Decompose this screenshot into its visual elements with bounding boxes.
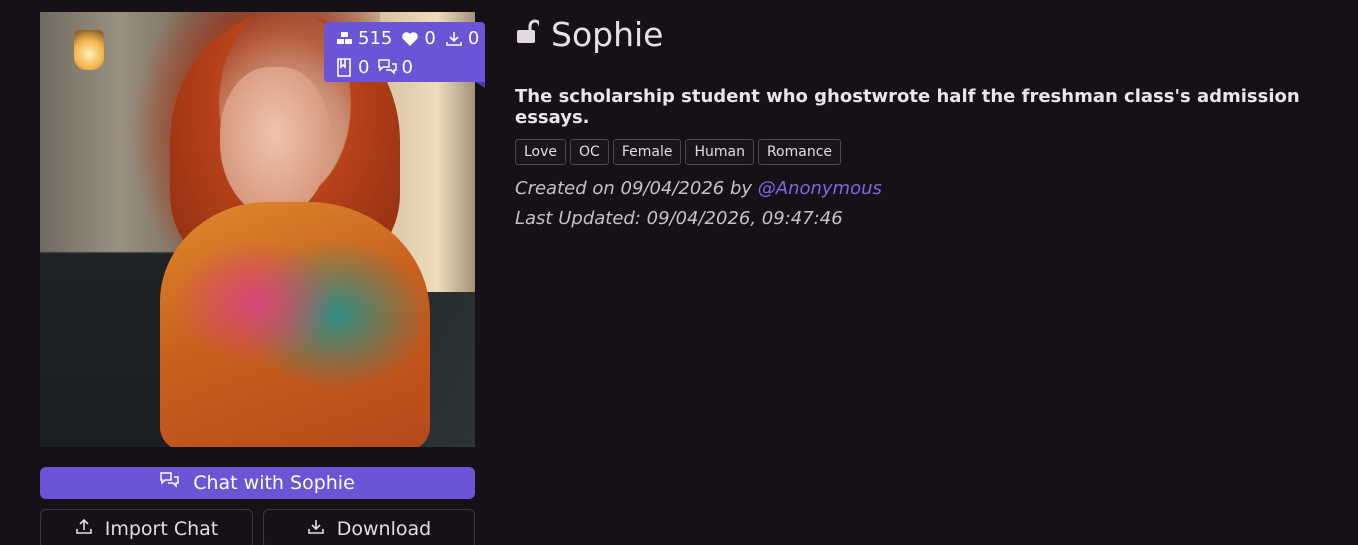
upload-icon	[75, 518, 93, 540]
stats-badge: 515 0 0 0 0	[324, 22, 485, 88]
tokens-count: 515	[358, 28, 393, 49]
import-chat-label: Import Chat	[104, 518, 219, 540]
likes-count: 0	[424, 28, 436, 49]
chat-button-label: Chat with Sophie	[193, 472, 355, 494]
chats-count: 0	[401, 57, 413, 78]
chat-bubbles-icon	[160, 471, 179, 495]
author-link[interactable]: @Anonymous	[758, 178, 882, 199]
download-icon	[444, 30, 464, 47]
tag-romance[interactable]: Romance	[757, 139, 842, 165]
portrait-face	[220, 67, 330, 217]
download-button[interactable]: Download	[263, 509, 475, 545]
created-info: Created on 09/04/2026 by @Anonymous	[515, 178, 882, 199]
title-row: Sophie	[515, 12, 663, 56]
portrait-scarf	[160, 202, 430, 447]
character-name: Sophie	[551, 14, 664, 54]
import-chat-button[interactable]: Import Chat	[40, 509, 253, 545]
tag-oc[interactable]: OC	[570, 139, 609, 165]
portrait-lamp	[74, 30, 104, 70]
character-page: 515 0 0 0 0 Chat with Sophie Import Chat…	[0, 0, 1358, 545]
downloads-count: 0	[467, 28, 480, 49]
download-icon	[307, 518, 325, 540]
unlock-icon	[515, 19, 542, 49]
chat-bubbles-icon	[377, 58, 397, 77]
last-updated: Last Updated: 09/04/2026, 09:47:46	[515, 208, 843, 229]
tag-list: Love OC Female Human Romance	[515, 139, 842, 165]
tag-female[interactable]: Female	[612, 139, 682, 165]
tokens-icon	[334, 31, 354, 46]
tag-love[interactable]: Love	[515, 139, 567, 165]
lorebook-count: 0	[358, 57, 370, 78]
character-tagline: The scholarship student who ghostwrote h…	[515, 86, 1300, 128]
tag-human[interactable]: Human	[685, 139, 754, 165]
heart-icon	[400, 31, 420, 47]
download-label: Download	[336, 518, 432, 540]
book-icon	[334, 58, 354, 77]
created-text: Created on 09/04/2026 by	[515, 178, 758, 199]
chat-button[interactable]: Chat with Sophie	[40, 467, 475, 499]
